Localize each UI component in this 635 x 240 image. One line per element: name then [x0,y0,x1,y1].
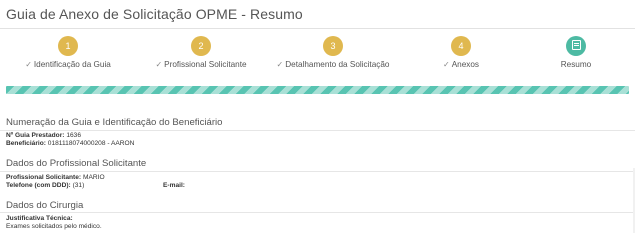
check-icon: ✓ [25,60,32,69]
step-anexos[interactable]: 4 ✓ Anexos [401,34,521,69]
step-label: Detalhamento da Solicitação [285,60,390,69]
section-divider [0,212,635,213]
step-label: Profissional Solicitante [164,60,247,69]
page-title: Guia de Anexo de Solicitação OPME - Resu… [6,6,303,22]
step-number-badge: 4 [451,36,471,56]
guia-prestador-label: Nº Guia Prestador: [6,132,65,139]
justificativa-label-row: Justificativa Técnica: [6,215,73,222]
title-divider [0,28,635,29]
step-number-badge: 1 [58,36,78,56]
section-divider [0,130,635,131]
check-icon: ✓ [442,60,450,69]
step-label: Identificação da Guia [33,60,111,69]
step-number-badge: 3 [323,36,343,56]
telefone-row: Telefone (com DDD): (31) [6,182,84,189]
profissional-value: MARIO [82,174,105,181]
telefone-label: Telefone (com DDD): [6,182,71,189]
wizard-progress-bar [6,86,629,94]
email-row: E-mail: [163,182,185,189]
beneficiario-row: Beneficiário: 0181118074000208 - AARON [6,140,134,147]
section-title-cirurgia: Dados do Cirurgia [6,200,84,211]
guia-prestador-value: 1636 [66,132,81,139]
profissional-label: Profissional Solicitante: [6,174,82,181]
beneficiario-label: Beneficiário: [6,140,46,147]
step-current-badge [566,36,586,56]
step-resumo[interactable]: Resumo [516,34,635,69]
step-label: Resumo [560,60,592,69]
section-title-beneficiario: Numeração da Guia e Identificação do Ben… [6,117,223,128]
step-number-badge: 2 [191,36,211,56]
step-profissional[interactable]: 2 ✓ Profissional Solicitante [141,34,261,69]
section-divider [0,171,635,172]
justificativa-label: Justificativa Técnica: [6,215,73,222]
section-title-profissional: Dados do Profissional Solicitante [6,158,147,169]
check-icon: ✓ [276,60,284,69]
profissional-row: Profissional Solicitante: MARIO [6,174,105,181]
justificativa-value: Exames solicitados pelo médico. [6,223,102,230]
step-label: Anexos [451,60,479,69]
beneficiario-value: 0181118074000208 - AARON [47,140,135,147]
email-label: E-mail: [163,182,185,189]
telefone-value: (31) [72,182,85,189]
check-icon: ✓ [155,60,163,69]
wizard-steps: 1 ✓ Identificação da Guia 2 ✓ Profission… [0,34,635,74]
document-icon [571,40,581,50]
step-identificacao[interactable]: 1 ✓ Identificação da Guia [8,34,128,69]
guia-prestador-row: Nº Guia Prestador: 1636 [6,132,81,139]
step-detalhamento[interactable]: 3 ✓ Detalhamento da Solicitação [273,34,393,69]
